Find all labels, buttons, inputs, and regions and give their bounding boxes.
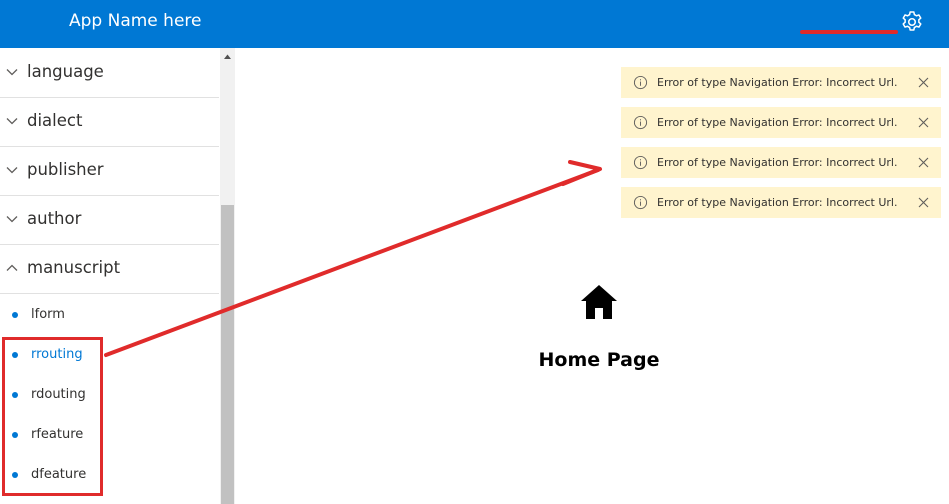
info-icon	[633, 75, 648, 90]
nav-item-label: lform	[31, 307, 65, 322]
page-title: Home Page	[538, 349, 660, 371]
error-message-text: Error of type Navigation Error: Incorrec…	[657, 196, 898, 209]
nav-item-lform[interactable]: lform	[0, 295, 219, 335]
annotation-box	[2, 337, 103, 496]
nav-group-dialect[interactable]: dialect	[0, 97, 219, 147]
info-icon	[633, 195, 648, 210]
nav-group-manuscript[interactable]: manuscript	[0, 244, 219, 294]
info-icon	[633, 155, 648, 170]
scroll-thumb[interactable]	[221, 205, 234, 504]
error-message-text: Error of type Navigation Error: Incorrec…	[657, 156, 898, 169]
nav-group-label: manuscript	[27, 258, 121, 277]
home-icon	[581, 285, 617, 319]
nav-group-publisher[interactable]: publisher	[0, 146, 219, 196]
error-message-bar: Error of type Navigation Error: Incorrec…	[621, 107, 941, 138]
nav-group-label: language	[27, 62, 104, 81]
chevron-up-icon	[6, 264, 18, 271]
error-message-text: Error of type Navigation Error: Incorrec…	[657, 76, 898, 89]
close-icon[interactable]	[917, 196, 930, 209]
nav-group-label: publisher	[27, 160, 104, 179]
annotation-underline	[800, 30, 898, 34]
settings-button[interactable]	[899, 9, 925, 35]
close-icon[interactable]	[917, 76, 930, 89]
chevron-down-icon	[6, 118, 18, 125]
nav-group-label: author	[27, 209, 82, 228]
top-bar: App Name here	[0, 0, 949, 48]
bullet-icon	[12, 312, 18, 318]
close-icon[interactable]	[917, 156, 930, 169]
chevron-down-icon	[6, 69, 18, 76]
chevron-down-icon	[6, 167, 18, 174]
app-title: App Name here	[69, 11, 202, 31]
nav-group-language[interactable]: language	[0, 48, 219, 98]
nav-group-label: dialect	[27, 111, 83, 130]
info-icon	[633, 115, 648, 130]
close-icon[interactable]	[917, 116, 930, 129]
scroll-up-arrow-icon[interactable]	[220, 48, 235, 65]
chevron-down-icon	[6, 216, 18, 223]
error-message-text: Error of type Navigation Error: Incorrec…	[657, 116, 898, 129]
nav-group-author[interactable]: author	[0, 195, 219, 245]
sidebar-scrollbar[interactable]	[220, 48, 235, 504]
error-message-bar: Error of type Navigation Error: Incorrec…	[621, 187, 941, 218]
error-message-bar: Error of type Navigation Error: Incorrec…	[621, 67, 941, 98]
gear-icon	[902, 11, 922, 31]
error-message-bar: Error of type Navigation Error: Incorrec…	[621, 147, 941, 178]
